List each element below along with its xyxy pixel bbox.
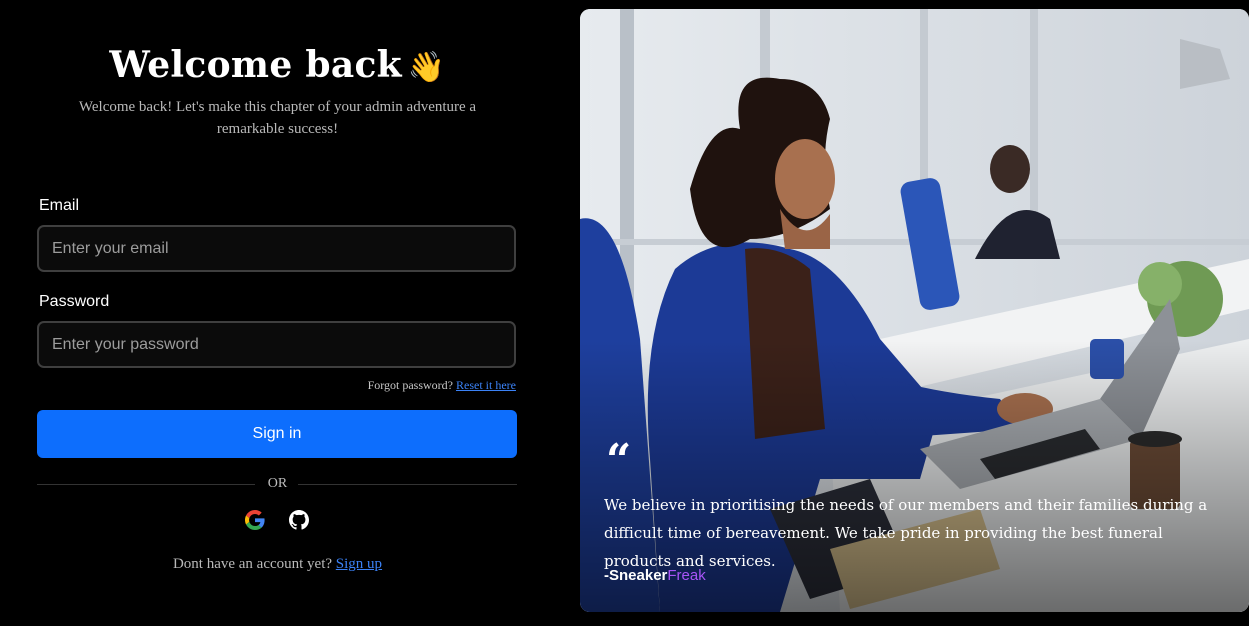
sign-in-button[interactable]: Sign in [37,410,517,458]
login-panel: Welcome back 👋 Welcome back! Let's make t… [0,0,555,626]
sign-up-link[interactable]: Sign up [336,556,382,572]
email-label: Email [39,197,80,214]
password-label: Password [39,293,110,310]
quote-mark-icon: “ [606,435,632,486]
page-subtitle: Welcome back! Let's make this chapter of… [78,99,477,137]
signup-prompt: Dont have an account yet? Sign up [0,556,555,573]
google-icon[interactable] [245,510,265,530]
reset-password-link[interactable]: Reset it here [456,378,516,392]
signup-text: Dont have an account yet? [172,556,333,572]
github-icon[interactable] [289,510,309,530]
title-text: Welcome back [109,44,402,86]
testimonial-author: -SneakerFreak [604,567,706,584]
author-name-primary: -Sneaker [604,567,668,584]
waving-hand-icon: 👋 [407,50,446,85]
password-field[interactable] [37,321,516,368]
author-name-accent: Freak [667,567,706,584]
forgot-password-text: Forgot password? [367,378,454,392]
page-title: Welcome back 👋 [0,44,555,86]
divider-right [298,484,517,485]
email-field[interactable] [37,225,516,272]
testimonial-quote: We believe in prioritising the needs of … [604,496,1208,570]
testimonial-panel: “ We believe in prioritising the needs o… [580,9,1249,612]
forgot-password: Forgot password? Reset it here [368,378,516,393]
